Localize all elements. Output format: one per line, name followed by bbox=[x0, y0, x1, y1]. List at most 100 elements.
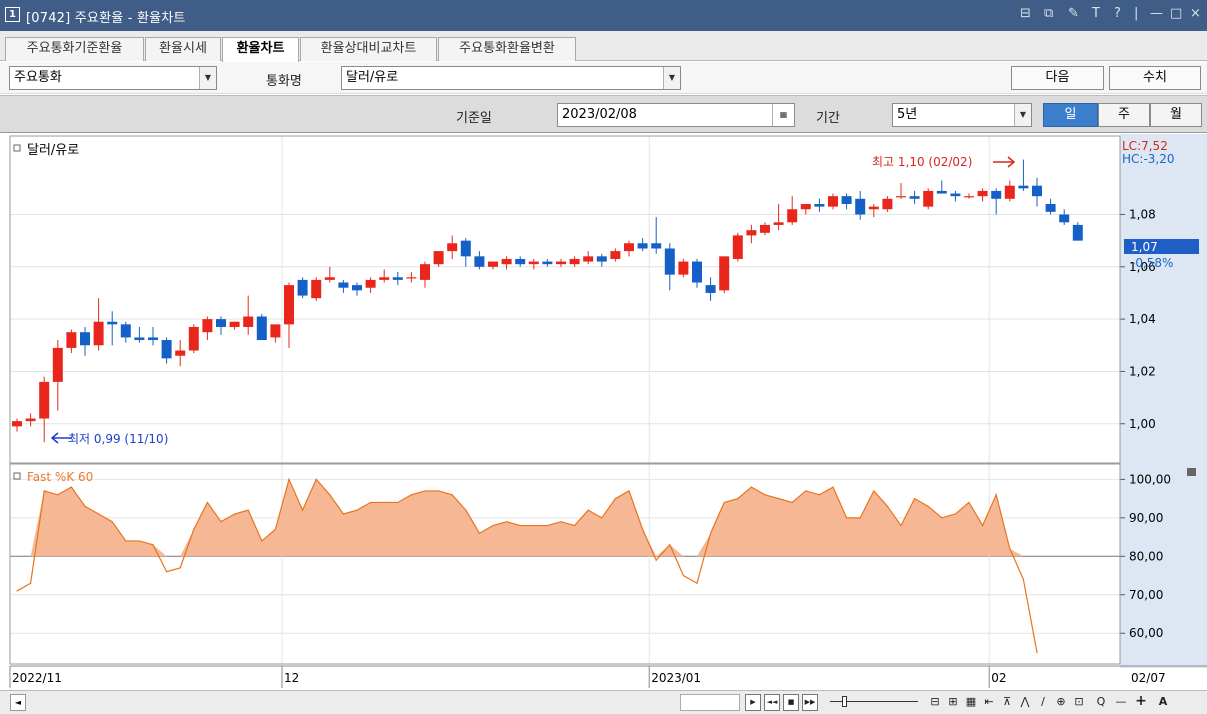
capture-icon[interactable]: ⊡ bbox=[1072, 694, 1086, 711]
maximize-icon[interactable]: □ bbox=[1170, 6, 1182, 21]
candle-body bbox=[420, 264, 430, 280]
exchange-rate-chart[interactable]: 1,001,021,041,061,0860,0070,0080,0090,00… bbox=[0, 134, 1207, 690]
candle-body bbox=[120, 324, 131, 338]
stoch-point bbox=[179, 567, 181, 569]
rewind-button[interactable]: ◄◄ bbox=[764, 694, 780, 711]
currency-select[interactable]: 달러/유로 ▼ bbox=[341, 66, 681, 90]
stoch-point bbox=[492, 524, 494, 527]
currency-label: 통화명 bbox=[266, 74, 302, 89]
candle-body bbox=[800, 204, 811, 210]
scroll-left-button[interactable]: ◄ bbox=[10, 694, 26, 711]
candle-body bbox=[542, 261, 553, 265]
stoch-point bbox=[57, 494, 59, 496]
fast-forward-button[interactable]: ▶▶ bbox=[802, 694, 818, 711]
stoch-point bbox=[546, 524, 549, 527]
grid-icon[interactable]: ▦ bbox=[964, 694, 978, 711]
stoch-point bbox=[383, 501, 385, 504]
window-number-badge: 1 bbox=[5, 7, 20, 22]
candle-body bbox=[406, 277, 417, 279]
tab-rate-quotes[interactable]: 환율시세 bbox=[145, 37, 221, 61]
date-tick-label: 2022/11 bbox=[12, 671, 62, 685]
close-icon[interactable]: × bbox=[1190, 6, 1201, 21]
stoch-point bbox=[478, 532, 480, 534]
trend-icon[interactable]: ⋀ bbox=[1018, 694, 1032, 711]
stoch-point bbox=[125, 540, 127, 542]
tab-major-currency-base-rate[interactable]: 주요통화기준환율 bbox=[5, 37, 144, 61]
candle-body bbox=[175, 350, 186, 356]
candle-body bbox=[284, 285, 294, 325]
edit-icon[interactable]: ✎ bbox=[1068, 6, 1079, 21]
date-tick-label: 12 bbox=[284, 671, 299, 685]
stoch-point bbox=[587, 509, 589, 511]
stoch-point bbox=[16, 590, 18, 592]
stoch-point bbox=[342, 513, 344, 515]
chevron-down-icon[interactable]: ▼ bbox=[663, 67, 680, 89]
candle-body bbox=[583, 256, 594, 262]
draw-line-icon[interactable]: ∕ bbox=[1036, 694, 1050, 711]
stoch-point bbox=[533, 524, 535, 527]
change-percent-label: -0,58% bbox=[1131, 256, 1173, 270]
currency-select-value: 달러/유로 bbox=[346, 70, 399, 85]
stoch-point bbox=[574, 524, 576, 527]
value-button[interactable]: 수치 bbox=[1109, 66, 1201, 90]
candle-body bbox=[433, 251, 444, 265]
cursor-icon[interactable]: ⇤ bbox=[982, 694, 996, 711]
zoom-tool-icon[interactable]: ⊕ bbox=[1054, 694, 1068, 711]
auto-scale-icon[interactable]: A bbox=[1156, 694, 1170, 711]
stop-button[interactable]: ■ bbox=[783, 694, 799, 711]
candle-body bbox=[909, 196, 920, 199]
tab-currency-converter[interactable]: 주요통화환율변환 bbox=[438, 37, 576, 61]
minimize-panel-icon[interactable]: ⊟ bbox=[1020, 6, 1031, 21]
candle-body bbox=[447, 243, 458, 252]
chevron-down-icon[interactable]: ▼ bbox=[1014, 104, 1031, 126]
candle-body bbox=[950, 193, 961, 197]
candle-body bbox=[379, 277, 390, 280]
weekly-toggle[interactable]: 주 bbox=[1098, 103, 1150, 127]
tab-rate-chart[interactable]: 환율차트 bbox=[222, 37, 299, 62]
price-tick-label: 1,02 bbox=[1129, 364, 1156, 378]
add-pane-icon[interactable]: ⊞ bbox=[946, 694, 960, 711]
search-icon[interactable]: Q bbox=[1094, 694, 1108, 711]
float-window-icon[interactable]: ⧉ bbox=[1044, 6, 1053, 21]
stoch-point bbox=[710, 532, 712, 534]
candle-body bbox=[365, 279, 376, 288]
speed-slider-handle[interactable] bbox=[842, 696, 847, 707]
play-button[interactable]: ▶ bbox=[745, 694, 761, 711]
stoch-point bbox=[764, 494, 766, 496]
candle-body bbox=[855, 198, 866, 215]
help-icon[interactable]: ? bbox=[1114, 6, 1121, 21]
zoom-out-icon[interactable]: — bbox=[1114, 694, 1128, 711]
candle-body bbox=[392, 277, 403, 280]
stoch-point bbox=[805, 490, 807, 492]
minimize-icon[interactable]: — bbox=[1150, 6, 1163, 21]
zoom-in-icon[interactable]: + bbox=[1134, 694, 1148, 711]
tab-relative-compare-chart[interactable]: 환율상대비교차트 bbox=[300, 37, 437, 61]
stoch-tick-label: 80,00 bbox=[1129, 549, 1163, 563]
text-size-icon[interactable]: T bbox=[1092, 6, 1100, 21]
last-date-label: 02/07 bbox=[1131, 671, 1166, 685]
stoch-point bbox=[438, 490, 440, 492]
stoch-point bbox=[846, 517, 848, 519]
stoch-point bbox=[682, 574, 685, 577]
candle-body bbox=[596, 256, 607, 262]
base-date-input[interactable]: 2023/02/08 ▦ bbox=[557, 103, 795, 127]
chevron-down-icon[interactable]: ▼ bbox=[199, 67, 216, 89]
candle-body bbox=[923, 190, 934, 207]
stoch-point bbox=[642, 528, 644, 530]
stoch-point bbox=[370, 501, 372, 504]
monthly-toggle[interactable]: 월 bbox=[1150, 103, 1202, 127]
stoch-point bbox=[247, 509, 249, 511]
category-select[interactable]: 주요통화 ▼ bbox=[9, 66, 217, 90]
calendar-icon[interactable]: ▦ bbox=[772, 104, 794, 126]
layout-icon[interactable]: ⊟ bbox=[928, 694, 942, 711]
stoch-point bbox=[424, 490, 426, 492]
daily-toggle[interactable]: 일 bbox=[1043, 103, 1098, 127]
stoch-point bbox=[859, 517, 861, 519]
scroll-track[interactable] bbox=[680, 694, 740, 711]
next-button[interactable]: 다음 bbox=[1011, 66, 1104, 90]
candle-body bbox=[936, 190, 947, 194]
period-select[interactable]: 5년 ▼ bbox=[892, 103, 1032, 127]
candle-body bbox=[93, 321, 104, 346]
indicator-icon[interactable]: ⊼ bbox=[1000, 694, 1014, 711]
candle-body bbox=[256, 316, 267, 341]
